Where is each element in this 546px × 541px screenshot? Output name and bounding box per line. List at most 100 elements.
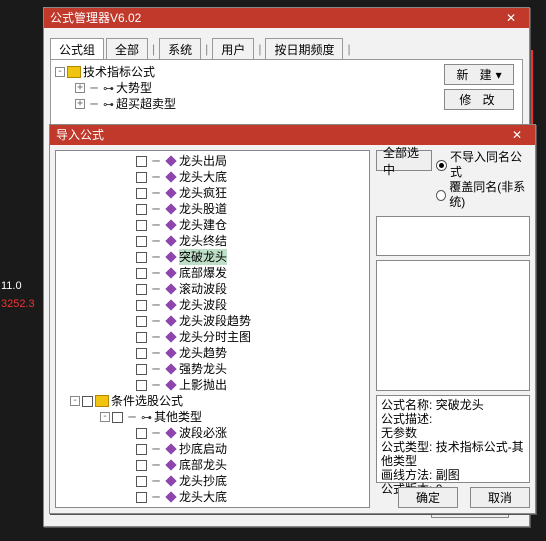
tree-item[interactable]: ─龙头出局 [56, 153, 369, 169]
import-title: 导入公式 [56, 125, 104, 145]
bullet-icon [165, 283, 176, 294]
checkbox-icon[interactable] [136, 348, 147, 359]
bullet-icon [165, 315, 176, 326]
tree-g1[interactable]: 大势型 [116, 80, 152, 96]
tree-item[interactable]: ─龙头趋势 [56, 345, 369, 361]
tree-cond-root[interactable]: -条件选股公式 [56, 393, 369, 409]
import-formula-dialog: 导入公式 ✕ ─龙头出局─龙头大底─龙头疯狂─龙头股道─龙头建仓─龙头终结─突破… [49, 124, 536, 514]
collapse-icon[interactable]: - [70, 396, 80, 406]
manager-titlebar[interactable]: 公式管理器V6.02 ✕ [44, 8, 529, 28]
preview-panel-1 [376, 216, 530, 256]
expand-icon[interactable]: + [75, 83, 85, 93]
checkbox-icon[interactable] [136, 476, 147, 487]
checkbox-icon[interactable] [136, 428, 147, 439]
tree-item-label: 龙头分时主图 [179, 329, 251, 345]
bullet-icon [165, 331, 176, 342]
checkbox-icon[interactable] [136, 316, 147, 327]
checkbox-icon[interactable] [82, 396, 93, 407]
cancel-button[interactable]: 取消 [470, 487, 530, 508]
checkbox-icon[interactable] [136, 332, 147, 343]
tab-date[interactable]: 按日期频度 [265, 38, 343, 60]
checkbox-icon[interactable] [136, 172, 147, 183]
tree-label: 其他类型 [154, 409, 202, 425]
tree-item[interactable]: ─龙头波段 [56, 297, 369, 313]
tree-item[interactable]: ─龙头疯狂 [56, 185, 369, 201]
checkbox-icon[interactable] [136, 252, 147, 263]
collapse-icon[interactable]: - [55, 67, 65, 77]
checkbox-icon[interactable] [136, 268, 147, 279]
bullet-icon [165, 347, 176, 358]
import-mode-radios: 不导入同名公式 覆盖同名(非系统) [436, 150, 530, 210]
tree-item-label: 龙头抄底 [179, 473, 227, 489]
checkbox-icon[interactable] [136, 364, 147, 375]
manager-close-icon[interactable]: ✕ [499, 8, 523, 28]
checkbox-icon[interactable] [136, 380, 147, 391]
radio-dot-icon [436, 160, 447, 171]
checkbox-icon[interactable] [136, 188, 147, 199]
import-tree[interactable]: ─龙头出局─龙头大底─龙头疯狂─龙头股道─龙头建仓─龙头终结─突破龙头─底部爆发… [55, 150, 370, 508]
tree-item[interactable]: ─抄底启动 [56, 441, 369, 457]
select-all-button[interactable]: 全部选中 [376, 150, 432, 171]
tab-system[interactable]: 系统 [159, 38, 201, 60]
tree-root[interactable]: 技术指标公式 [83, 64, 155, 80]
bullet-icon [165, 363, 176, 374]
bullet-icon [165, 427, 176, 438]
checkbox-icon[interactable] [136, 460, 147, 471]
tree-item[interactable]: ─龙头波段趋势 [56, 313, 369, 329]
bullet-icon [165, 475, 176, 486]
tree-item[interactable]: ─底部龙头 [56, 457, 369, 473]
checkbox-icon[interactable] [136, 444, 147, 455]
checkbox-icon[interactable] [136, 204, 147, 215]
tree-item[interactable]: ─上影抛出 [56, 377, 369, 393]
checkbox-icon[interactable] [136, 220, 147, 231]
bullet-icon [165, 203, 176, 214]
tree-item-label: 龙头疯狂 [179, 185, 227, 201]
tree-item[interactable]: ─波段必涨 [56, 425, 369, 441]
tab-all[interactable]: 全部 [106, 38, 148, 60]
tree-item[interactable]: ─突破龙头 [56, 249, 369, 265]
tree-item[interactable]: ─底部爆发 [56, 265, 369, 281]
tree-item[interactable]: ─龙头大底 [56, 489, 369, 505]
tree-g2[interactable]: 超买超卖型 [116, 96, 176, 112]
bullet-icon [165, 171, 176, 182]
tree-item[interactable]: ─滚动波段 [56, 281, 369, 297]
ok-button[interactable]: 确定 [398, 487, 458, 508]
checkbox-icon[interactable] [136, 156, 147, 167]
tree-item[interactable]: ─龙头大底 [56, 169, 369, 185]
bullet-icon [165, 267, 176, 278]
tree-item[interactable]: ─龙头终结 [56, 233, 369, 249]
checkbox-icon[interactable] [112, 412, 123, 423]
tab-user[interactable]: 用户 [212, 38, 254, 60]
chart-value-1: 11.0 [1, 280, 22, 292]
checkbox-icon[interactable] [136, 300, 147, 311]
collapse-icon[interactable]: - [100, 412, 110, 422]
tree-item[interactable]: ─龙头股道 [56, 201, 369, 217]
bullet-icon [165, 491, 176, 502]
tree-item[interactable]: ─龙头分时主图 [56, 329, 369, 345]
bullet-icon [165, 443, 176, 454]
chart-value-2: 3252.3 [1, 298, 35, 310]
info-panel: 公式名称: 突破龙头 公式描述: 无参数 公式类型: 技术指标公式-其他类型 画… [376, 395, 530, 483]
tree-item-label: 底部爆发 [179, 265, 227, 281]
expand-icon[interactable]: + [75, 99, 85, 109]
radio-overwrite[interactable]: 覆盖同名(非系统) [436, 180, 530, 210]
checkbox-icon[interactable] [136, 284, 147, 295]
tree-item-label: 龙头股道 [179, 201, 227, 217]
tree-item[interactable]: ─龙头建仓 [56, 217, 369, 233]
radio-skip-same[interactable]: 不导入同名公式 [436, 150, 530, 180]
key-icon [141, 410, 152, 426]
bullet-icon [165, 155, 176, 166]
checkbox-icon[interactable] [136, 236, 147, 247]
import-titlebar[interactable]: 导入公式 ✕ [50, 125, 535, 145]
tree-item[interactable]: ─强势龙头 [56, 361, 369, 377]
info-name: 突破龙头 [436, 398, 484, 412]
tree-item[interactable]: ─龙头抄底 [56, 473, 369, 489]
bullet-icon [165, 299, 176, 310]
edit-button[interactable]: 修 改 [444, 89, 514, 110]
new-button[interactable]: 新 建▾ [444, 64, 514, 85]
tab-group[interactable]: 公式组 [50, 38, 104, 60]
bullet-icon [165, 219, 176, 230]
tree-cond-sub[interactable]: -─ 其他类型 [56, 409, 369, 425]
checkbox-icon[interactable] [136, 492, 147, 503]
import-close-icon[interactable]: ✕ [505, 125, 529, 145]
